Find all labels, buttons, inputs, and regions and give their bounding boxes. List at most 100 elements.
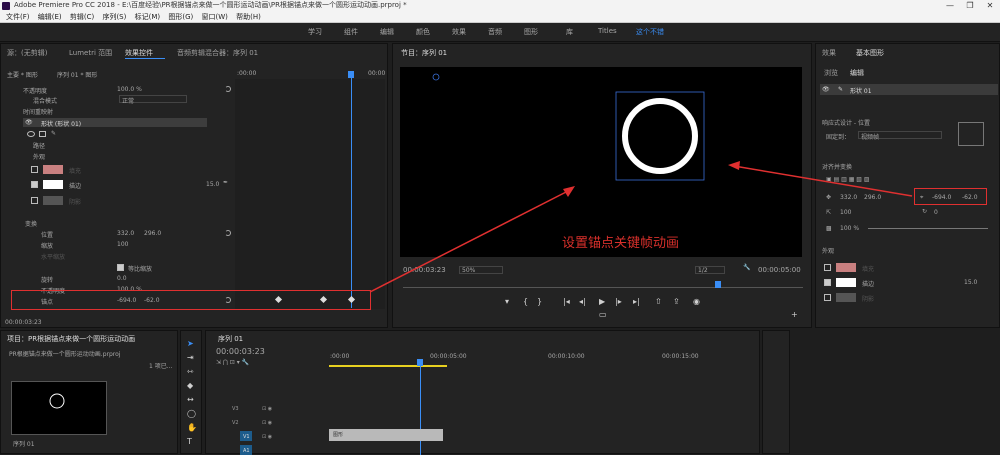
- ws-assembly[interactable]: 组件: [344, 27, 358, 37]
- close-icon[interactable]: ✕: [980, 0, 1000, 11]
- reset-icon[interactable]: [225, 86, 231, 92]
- pin-dropdown[interactable]: 视频帧: [858, 131, 942, 141]
- eye-icon[interactable]: 👁: [25, 119, 33, 126]
- tab-effect-controls[interactable]: 效果控件: [125, 48, 153, 58]
- rp-scale-value[interactable]: 100: [840, 209, 851, 216]
- step-forward-icon[interactable]: |▸: [615, 297, 622, 306]
- pin-edges-widget[interactable]: [958, 122, 984, 146]
- work-area-bar[interactable]: [329, 365, 447, 367]
- marker-icon[interactable]: ▾: [505, 297, 509, 306]
- rp-shadow-swatch[interactable]: [836, 293, 856, 302]
- menu-file[interactable]: 文件(F): [6, 11, 30, 23]
- keyframe-area[interactable]: [235, 79, 385, 309]
- menu-sequence[interactable]: 序列(S): [102, 11, 126, 23]
- track-v3-label[interactable]: V3: [232, 406, 239, 412]
- rectangle-mask-icon[interactable]: [39, 131, 46, 137]
- position-x-value[interactable]: 332.0: [117, 230, 134, 237]
- tab-audio-mixer[interactable]: 音频剪辑混合器：序列 01: [177, 48, 258, 58]
- track-select-tool-icon[interactable]: ⇥: [187, 353, 194, 362]
- eyedropper-icon[interactable]: ✒: [223, 179, 228, 186]
- stroke-width-value[interactable]: 15.0: [206, 181, 219, 188]
- uniform-scale-checkbox[interactable]: [117, 264, 124, 271]
- rotation-value[interactable]: 0.0: [117, 275, 127, 282]
- rp-rotation-value[interactable]: 0: [934, 209, 938, 216]
- pen-icon[interactable]: ✎: [51, 130, 56, 137]
- graphic-clip[interactable]: 图形: [329, 429, 443, 441]
- menu-help[interactable]: 帮助(H): [236, 11, 261, 23]
- camera-icon[interactable]: ◉: [693, 297, 700, 306]
- pen-tool-icon[interactable]: ◯: [187, 409, 196, 418]
- menu-window[interactable]: 窗口(W): [201, 11, 227, 23]
- play-icon[interactable]: ▶: [599, 297, 605, 306]
- tab-source[interactable]: 源：(无剪辑): [7, 48, 47, 58]
- lift-icon[interactable]: ⇧: [655, 297, 662, 306]
- track-v2-label[interactable]: V2: [232, 420, 239, 426]
- tab-edit[interactable]: 编辑: [850, 68, 864, 78]
- wrench-icon[interactable]: 🔧: [743, 264, 750, 271]
- program-scrubber[interactable]: [403, 287, 803, 288]
- playhead-handle[interactable]: [348, 71, 354, 78]
- zoom-dropdown[interactable]: 50%: [459, 266, 503, 274]
- mark-out-icon[interactable]: }: [537, 297, 542, 306]
- tab-sequence[interactable]: 序列 01: [218, 334, 243, 344]
- ws-libraries[interactable]: 库: [566, 27, 573, 37]
- pos-x-value[interactable]: 332.0: [840, 194, 857, 201]
- stroke-checkbox[interactable]: [31, 181, 38, 188]
- fill-checkbox[interactable]: [31, 166, 38, 173]
- go-to-out-icon[interactable]: ▸|: [633, 297, 640, 306]
- project-search[interactable]: 1 项已...: [149, 361, 172, 370]
- timeline-tools-icon[interactable]: ⇲ ⋂ ⊡ ▾ 🔧: [216, 359, 249, 366]
- program-playhead[interactable]: [715, 281, 721, 288]
- track-controls-icon[interactable]: ⊡ ◉: [262, 434, 272, 440]
- hand-tool-icon[interactable]: ✋: [187, 423, 197, 432]
- minimize-icon[interactable]: —: [940, 0, 960, 11]
- ws-color[interactable]: 颜色: [416, 27, 430, 37]
- rp-stroke-checkbox[interactable]: [824, 279, 831, 286]
- rp-stroke-value[interactable]: 15.0: [964, 279, 977, 286]
- track-a1-label[interactable]: A1: [243, 448, 250, 454]
- tab-essential-graphics[interactable]: 基本图形: [856, 48, 884, 58]
- layer-row[interactable]: [820, 84, 998, 95]
- scale-value[interactable]: 100: [117, 241, 128, 248]
- razor-tool-icon[interactable]: ◆: [187, 381, 193, 390]
- track-controls-icon[interactable]: ⊡ ◉: [262, 406, 272, 412]
- blend-dropdown[interactable]: 正常: [119, 95, 187, 105]
- sequence-clip-label[interactable]: 序列 01 * 图形: [57, 70, 97, 79]
- maximize-icon[interactable]: ❐: [960, 0, 980, 11]
- rp-opacity-value[interactable]: 100 %: [840, 225, 859, 232]
- tab-effects[interactable]: 效果: [822, 48, 836, 58]
- rp-stroke-swatch[interactable]: [836, 278, 856, 287]
- menu-edit[interactable]: 编辑(E): [38, 11, 62, 23]
- tab-program[interactable]: 节目：序列 01: [401, 48, 447, 58]
- menu-graphics[interactable]: 图形(G): [168, 11, 193, 23]
- rp-fill-swatch[interactable]: [836, 263, 856, 272]
- track-v1-label[interactable]: V1: [243, 434, 250, 440]
- ws-learn[interactable]: 学习: [308, 27, 322, 37]
- opacity-value[interactable]: 100.0 %: [117, 86, 142, 93]
- reset-anchor-icon[interactable]: [225, 297, 231, 303]
- menu-marker[interactable]: 标记(M): [135, 11, 161, 23]
- fill-color-swatch[interactable]: [43, 165, 63, 174]
- position-y-value[interactable]: 296.0: [144, 230, 161, 237]
- video-canvas[interactable]: 设置锚点关键帧动画: [400, 67, 802, 257]
- step-back-icon[interactable]: ◂|: [579, 297, 586, 306]
- ellipse-mask-icon[interactable]: [27, 131, 35, 137]
- rp-shadow-checkbox[interactable]: [824, 294, 831, 301]
- program-timecode[interactable]: 00:00:03:23: [403, 266, 446, 274]
- stroke-color-swatch[interactable]: [43, 180, 63, 189]
- vr-icon[interactable]: ▭: [599, 310, 607, 319]
- rp-fill-checkbox[interactable]: [824, 264, 831, 271]
- type-tool-icon[interactable]: T: [187, 437, 192, 446]
- effect-timecode[interactable]: 00:00:03:23: [5, 319, 42, 326]
- reset-position-icon[interactable]: [225, 230, 231, 236]
- quality-dropdown[interactable]: 1/2: [695, 266, 725, 274]
- mark-in-icon[interactable]: {: [523, 297, 528, 306]
- slip-tool-icon[interactable]: ↔: [187, 395, 194, 404]
- selection-tool-icon[interactable]: ➤: [187, 339, 194, 348]
- ws-titles[interactable]: Titles: [598, 27, 617, 35]
- tab-project[interactable]: 项目：PR根据锚点来做一个圆形运动动画: [7, 334, 135, 344]
- tab-browse[interactable]: 浏览: [824, 68, 838, 78]
- ws-audio[interactable]: 音频: [488, 27, 502, 37]
- tab-lumetri[interactable]: Lumetri 范围: [69, 48, 112, 58]
- shadow-color-swatch[interactable]: [43, 196, 63, 205]
